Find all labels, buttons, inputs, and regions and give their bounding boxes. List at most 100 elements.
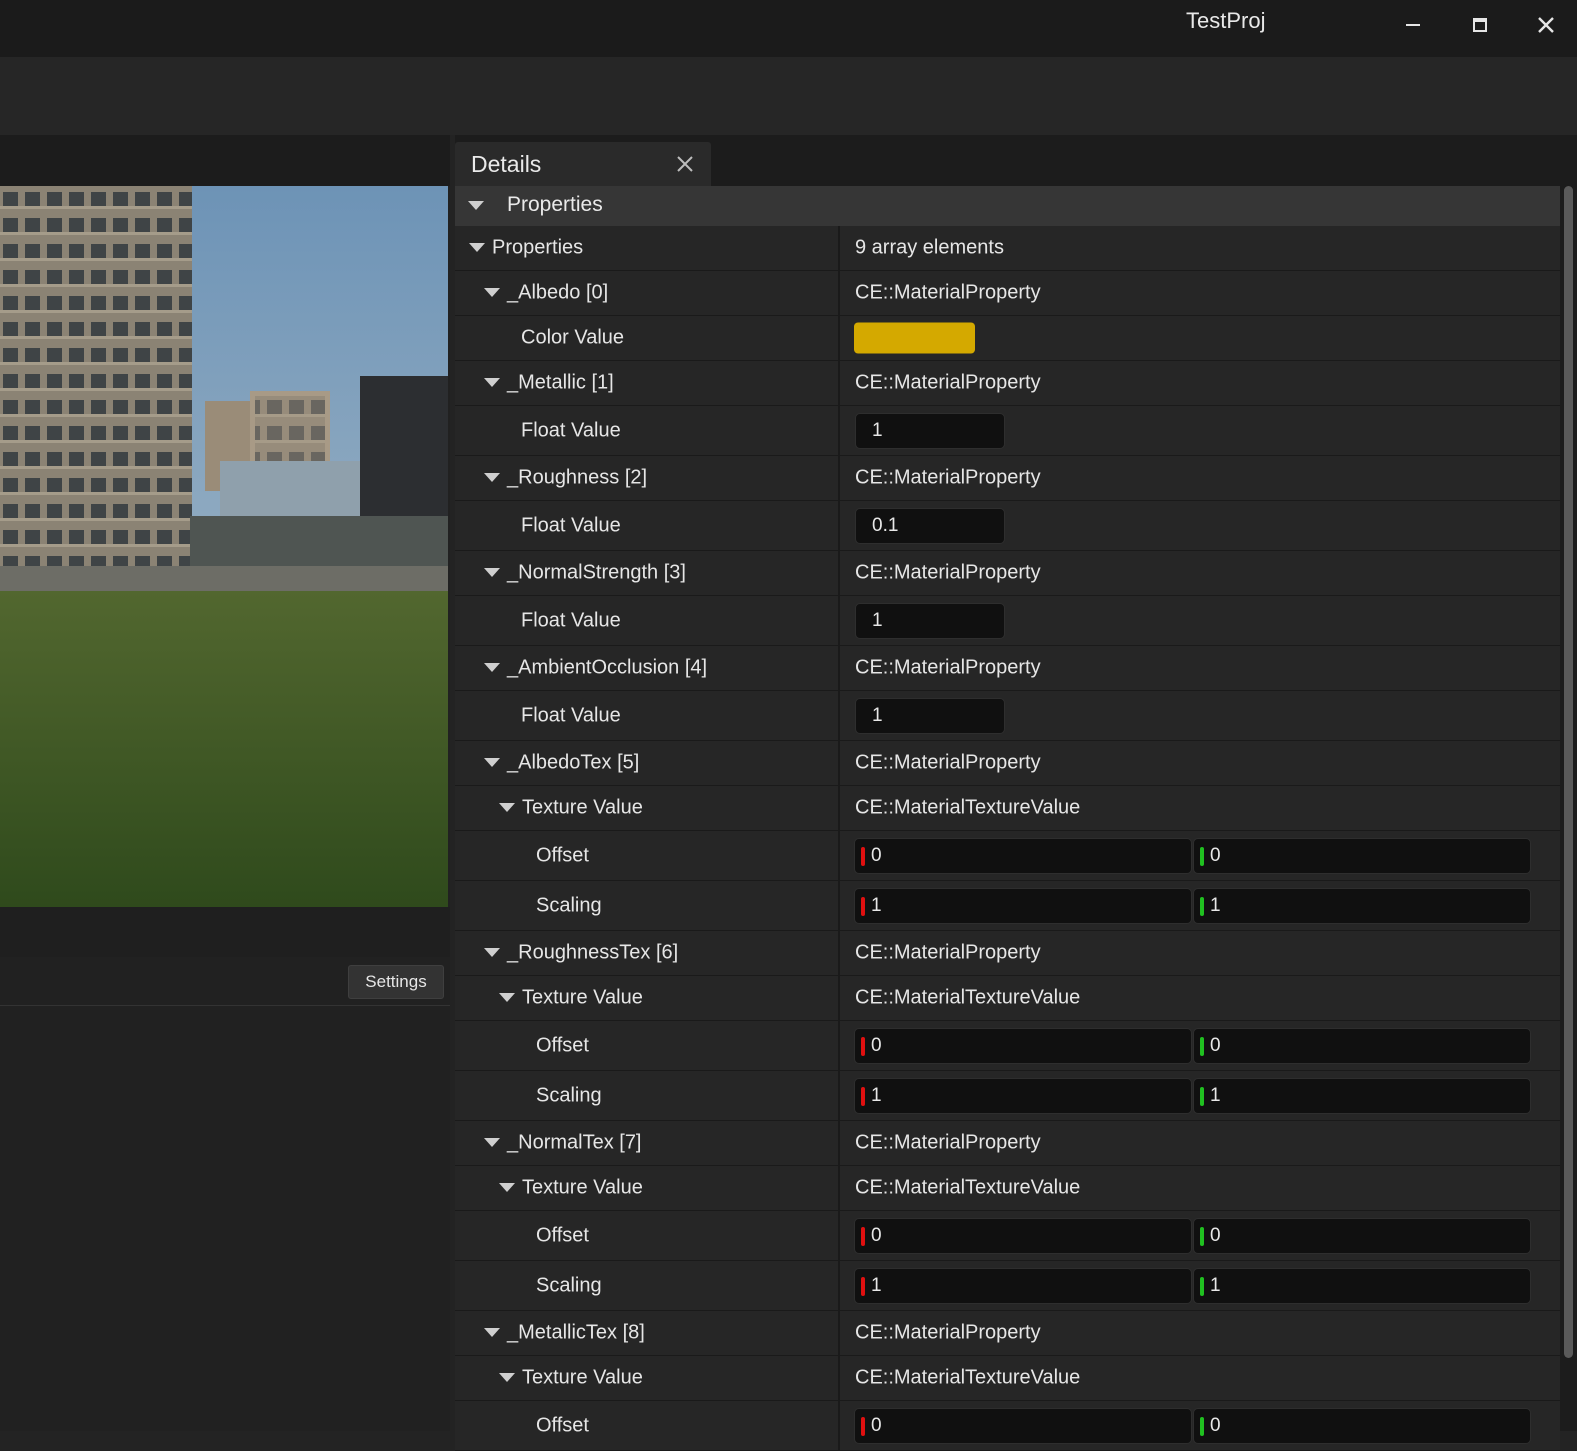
y-axis-indicator xyxy=(1200,896,1204,916)
x-axis-indicator xyxy=(861,846,865,866)
property-label: Texture Value xyxy=(522,1366,643,1389)
settings-button[interactable]: Settings xyxy=(348,965,444,999)
chevron-down-icon[interactable] xyxy=(499,803,515,812)
property-name-cell: _Albedo [0] xyxy=(455,271,838,315)
vector-y-input[interactable]: 1 xyxy=(1193,1267,1531,1304)
vector-y-value: 0 xyxy=(1210,1414,1221,1436)
vector-x-input[interactable]: 1 xyxy=(854,1267,1192,1304)
properties-section-header[interactable]: Properties xyxy=(455,186,1560,226)
property-name-cell: Properties xyxy=(455,226,838,270)
window-close-button[interactable] xyxy=(1528,8,1564,42)
property-row: Texture Value CE::MaterialTextureValue xyxy=(455,786,1560,831)
vector-y-input[interactable]: 0 xyxy=(1193,1407,1531,1444)
chevron-down-icon[interactable] xyxy=(484,1328,500,1337)
vector-y-input[interactable]: 0 xyxy=(1193,1027,1531,1064)
details-scrollbar[interactable] xyxy=(1562,186,1575,1431)
vector-y-input[interactable]: 0 xyxy=(1193,837,1531,874)
chevron-down-icon[interactable] xyxy=(499,993,515,1002)
property-value-cell: CE::MaterialProperty xyxy=(840,361,1560,405)
property-label: Texture Value xyxy=(522,1176,643,1199)
property-label: Float Value xyxy=(521,419,621,441)
toolbar xyxy=(0,57,1577,135)
minimize-button[interactable] xyxy=(1395,8,1431,42)
chevron-down-icon[interactable] xyxy=(484,663,500,672)
property-label: _RoughnessTex [6] xyxy=(507,941,679,964)
property-name-cell: _RoughnessTex [6] xyxy=(455,931,838,975)
chevron-down-icon[interactable] xyxy=(484,473,500,482)
float-input[interactable]: 0.1 xyxy=(855,507,1005,544)
float-input-value: 1 xyxy=(872,704,883,726)
details-close-button[interactable] xyxy=(673,152,697,176)
property-value-cell: CE::MaterialTextureValue xyxy=(840,1166,1560,1210)
scene-viewport[interactable] xyxy=(0,186,448,907)
scrollbar-thumb[interactable] xyxy=(1564,186,1573,1358)
property-name-cell: Color Value xyxy=(455,316,838,360)
property-name-cell: _MetallicTex [8] xyxy=(455,1311,838,1355)
property-value-cell xyxy=(840,316,1560,360)
vector-y-value: 1 xyxy=(1210,1084,1221,1106)
chevron-down-icon[interactable] xyxy=(484,288,500,297)
chevron-down-icon[interactable] xyxy=(484,1138,500,1147)
chevron-down-icon[interactable] xyxy=(469,243,485,252)
property-label: Offset xyxy=(536,1224,589,1246)
vector-x-input[interactable]: 0 xyxy=(854,1027,1192,1064)
property-label: _NormalTex [7] xyxy=(507,1131,642,1154)
property-name-cell: Scaling xyxy=(455,1261,838,1310)
vector-y-input[interactable]: 1 xyxy=(1193,887,1531,924)
vector-x-input[interactable]: 0 xyxy=(854,837,1192,874)
tab-details[interactable]: Details xyxy=(455,142,711,186)
property-value: CE::MaterialTextureValue xyxy=(855,986,1081,1009)
property-value-cell: CE::MaterialProperty xyxy=(840,741,1560,785)
x-axis-indicator xyxy=(861,1416,865,1436)
y-axis-indicator xyxy=(1200,1226,1204,1246)
property-value-cell: CE::MaterialProperty xyxy=(840,551,1560,595)
property-value: CE::MaterialProperty xyxy=(855,751,1041,774)
float-input[interactable]: 1 xyxy=(855,412,1005,449)
property-value: CE::MaterialProperty xyxy=(855,1131,1041,1154)
vector-y-input[interactable]: 0 xyxy=(1193,1217,1531,1254)
property-value-cell: 1 xyxy=(840,596,1560,645)
chevron-down-icon[interactable] xyxy=(499,1183,515,1192)
property-label: _AlbedoTex [5] xyxy=(507,751,640,774)
chevron-down-icon[interactable] xyxy=(499,1373,515,1382)
close-icon xyxy=(1538,17,1554,33)
property-row: Properties 9 array elements xyxy=(455,226,1560,271)
property-row: Offset 0 0 xyxy=(455,1211,1560,1261)
property-label: Scaling xyxy=(536,1274,602,1296)
property-label: Texture Value xyxy=(522,986,643,1009)
vector-x-input[interactable]: 1 xyxy=(854,1077,1192,1114)
property-value-cell: CE::MaterialTextureValue xyxy=(840,1356,1560,1400)
x-axis-indicator xyxy=(861,896,865,916)
property-row: Offset 0 0 xyxy=(455,1401,1560,1451)
vector-y-input[interactable]: 1 xyxy=(1193,1077,1531,1114)
vector-x-value: 0 xyxy=(871,1034,882,1056)
maximize-button[interactable] xyxy=(1462,8,1498,42)
property-value: CE::MaterialProperty xyxy=(855,371,1041,394)
color-swatch[interactable] xyxy=(854,322,975,354)
chevron-down-icon[interactable] xyxy=(484,758,500,767)
property-name-cell: Scaling xyxy=(455,1071,838,1120)
details-tab-label: Details xyxy=(471,151,542,177)
property-row: _NormalTex [7] CE::MaterialProperty xyxy=(455,1121,1560,1166)
property-name-cell: Offset xyxy=(455,1021,838,1070)
property-name-cell: Offset xyxy=(455,1211,838,1260)
vector-x-input[interactable]: 0 xyxy=(854,1407,1192,1444)
chevron-down-icon[interactable] xyxy=(484,568,500,577)
x-axis-indicator xyxy=(861,1226,865,1246)
property-name-cell: _NormalStrength [3] xyxy=(455,551,838,595)
property-value: CE::MaterialProperty xyxy=(855,1321,1041,1344)
property-value-cell: CE::MaterialProperty xyxy=(840,931,1560,975)
chevron-down-icon[interactable] xyxy=(468,201,484,210)
y-axis-indicator xyxy=(1200,1416,1204,1436)
float-input[interactable]: 1 xyxy=(855,602,1005,639)
vector-x-input[interactable]: 1 xyxy=(854,887,1192,924)
property-row: Texture Value CE::MaterialTextureValue xyxy=(455,976,1560,1021)
float-input-value: 1 xyxy=(872,419,883,441)
chevron-down-icon[interactable] xyxy=(484,378,500,387)
vector-x-input[interactable]: 0 xyxy=(854,1217,1192,1254)
float-input[interactable]: 1 xyxy=(855,697,1005,734)
property-label: Properties xyxy=(492,236,584,259)
property-value: CE::MaterialTextureValue xyxy=(855,1176,1081,1199)
chevron-down-icon[interactable] xyxy=(484,948,500,957)
property-name-cell: Texture Value xyxy=(455,1166,838,1210)
